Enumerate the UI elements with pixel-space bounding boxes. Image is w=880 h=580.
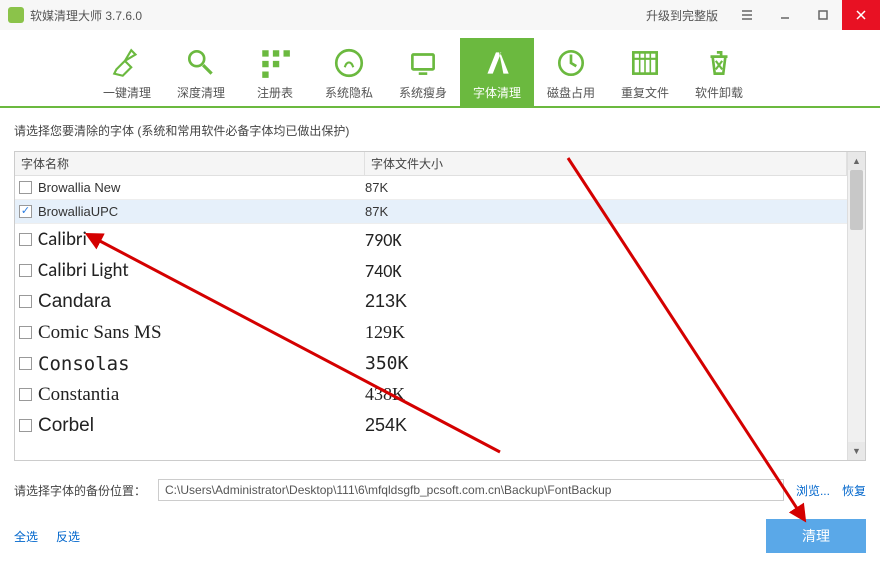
- font-name: Constantia: [38, 384, 119, 406]
- font-name: Calibri: [38, 228, 87, 251]
- tab-1[interactable]: 深度清理: [164, 38, 238, 106]
- scroll-up-button[interactable]: ▲: [848, 152, 865, 170]
- scroll-track[interactable]: [848, 170, 865, 442]
- row-checkbox[interactable]: [19, 388, 32, 401]
- font-size: 350K: [365, 353, 847, 374]
- font-row[interactable]: Consolas 350K: [15, 348, 847, 379]
- scroll-thumb[interactable]: [850, 170, 863, 230]
- font-name: Comic Sans MS: [38, 322, 162, 344]
- tab-5[interactable]: 字体清理: [460, 38, 534, 106]
- backup-path-input[interactable]: [158, 479, 784, 501]
- tab-icon: [480, 44, 514, 82]
- tab-icon: [554, 44, 588, 82]
- clean-button[interactable]: 清理: [766, 519, 866, 553]
- row-checkbox[interactable]: [19, 295, 32, 308]
- row-checkbox[interactable]: [19, 326, 32, 339]
- font-name: Candara: [38, 291, 111, 313]
- select-all-link[interactable]: 全选: [14, 528, 38, 545]
- tab-label: 注册表: [257, 84, 293, 101]
- font-name: Browallia New: [38, 180, 120, 195]
- font-size: 740K: [365, 260, 847, 282]
- row-checkbox[interactable]: [19, 181, 32, 194]
- row-checkbox[interactable]: [19, 419, 32, 432]
- tab-label: 软件卸载: [695, 84, 743, 101]
- tab-icon: [110, 44, 144, 82]
- row-checkbox[interactable]: [19, 357, 32, 370]
- tab-6[interactable]: 磁盘占用: [534, 38, 608, 106]
- tab-label: 字体清理: [473, 84, 521, 101]
- menu-button[interactable]: [728, 0, 766, 30]
- font-row[interactable]: BrowalliaUPC 87K: [15, 200, 847, 224]
- restore-link[interactable]: 恢复: [842, 482, 866, 499]
- font-row[interactable]: Browallia New 87K: [15, 176, 847, 200]
- font-size: 790K: [365, 229, 847, 251]
- font-name: Corbel: [38, 415, 94, 437]
- tab-icon: [332, 44, 366, 82]
- tab-7[interactable]: 重复文件: [608, 38, 682, 106]
- font-size: 213K: [365, 291, 847, 312]
- tab-icon: [702, 44, 736, 82]
- tab-2[interactable]: 注册表: [238, 38, 312, 106]
- scrollbar[interactable]: ▲ ▼: [847, 152, 865, 460]
- prompt-text: 请选择您要清除的字体 (系统和常用软件必备字体均已做出保护): [14, 122, 866, 139]
- tab-label: 系统瘦身: [399, 84, 447, 101]
- tab-icon: [258, 44, 292, 82]
- app-title: 软媒清理大师 3.7.6.0: [30, 7, 646, 24]
- font-size: 254K: [365, 415, 847, 436]
- font-size: 87K: [365, 204, 847, 219]
- maximize-button[interactable]: [804, 0, 842, 30]
- tab-label: 一键清理: [103, 84, 151, 101]
- font-name: Calibri Light: [38, 259, 129, 282]
- font-table: 字体名称 字体文件大小 Browallia New87KBrowalliaUPC…: [14, 151, 866, 461]
- app-logo: [8, 7, 24, 23]
- table-header: 字体名称 字体文件大小: [15, 152, 847, 176]
- row-checkbox[interactable]: [19, 205, 32, 218]
- backup-label: 请选择字体的备份位置：: [14, 482, 146, 499]
- col-size[interactable]: 字体文件大小: [365, 152, 847, 175]
- font-row[interactable]: Constantia 438K: [15, 379, 847, 410]
- tab-icon: [184, 44, 218, 82]
- minimize-button[interactable]: [766, 0, 804, 30]
- tab-label: 系统隐私: [325, 84, 373, 101]
- font-row[interactable]: Calibri Light 740K: [15, 255, 847, 286]
- font-row[interactable]: Corbel 254K: [15, 410, 847, 441]
- font-row[interactable]: Comic Sans MS 129K: [15, 317, 847, 348]
- tab-icon: [628, 44, 662, 82]
- row-checkbox[interactable]: [19, 233, 32, 246]
- font-size: 129K: [365, 322, 847, 343]
- tab-4[interactable]: 系统瘦身: [386, 38, 460, 106]
- browse-link[interactable]: 浏览...: [796, 482, 830, 499]
- scroll-down-button[interactable]: ▼: [848, 442, 865, 460]
- tab-icon: [406, 44, 440, 82]
- tab-3[interactable]: 系统隐私: [312, 38, 386, 106]
- tab-0[interactable]: 一键清理: [90, 38, 164, 106]
- toolbar: 一键清理 深度清理 注册表 系统隐私 系统瘦身 字体清理 磁盘占用 重复文件 软件卸载: [0, 30, 880, 108]
- font-row[interactable]: Calibri 790K: [15, 224, 847, 255]
- titlebar: 软媒清理大师 3.7.6.0 升级到完整版: [0, 0, 880, 30]
- upgrade-link[interactable]: 升级到完整版: [646, 7, 718, 24]
- close-button[interactable]: [842, 0, 880, 30]
- font-name: BrowalliaUPC: [38, 204, 118, 219]
- tab-label: 深度清理: [177, 84, 225, 101]
- tab-8[interactable]: 软件卸载: [682, 38, 756, 106]
- tab-label: 磁盘占用: [547, 84, 595, 101]
- tab-label: 重复文件: [621, 84, 669, 101]
- font-size: 438K: [365, 384, 847, 405]
- invert-link[interactable]: 反选: [56, 528, 80, 545]
- font-name: Consolas: [38, 353, 130, 375]
- row-checkbox[interactable]: [19, 264, 32, 277]
- font-row[interactable]: Candara 213K: [15, 286, 847, 317]
- font-size: 87K: [365, 180, 847, 195]
- col-name[interactable]: 字体名称: [15, 152, 365, 175]
